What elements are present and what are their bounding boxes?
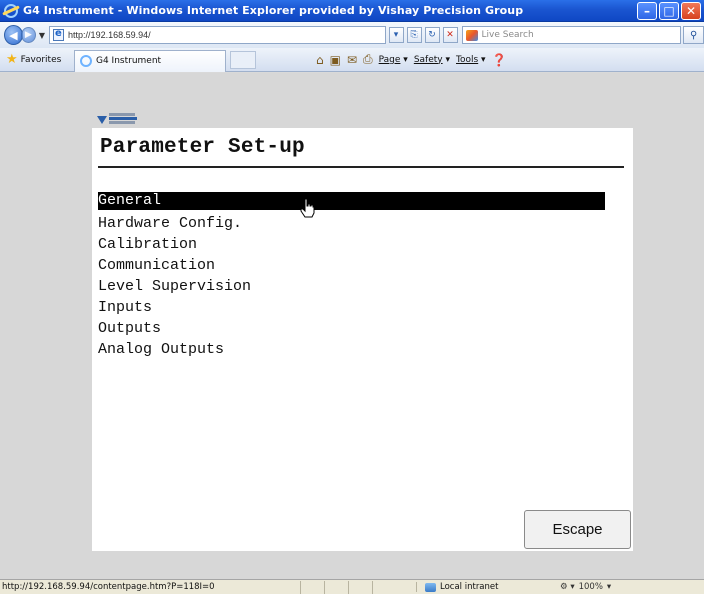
window-title-bar: G4 Instrument - Windows Internet Explore…	[0, 0, 704, 22]
window-title: G4 Instrument - Windows Internet Explore…	[23, 4, 524, 17]
forward-button[interactable]: ▶	[20, 27, 36, 43]
security-zone[interactable]: Local intranet	[416, 582, 536, 592]
back-icon: ◀	[9, 28, 18, 42]
page-menu[interactable]: Page ▾	[379, 55, 408, 65]
menu-item-outputs[interactable]: Outputs	[98, 318, 605, 339]
stop-icon: ✕	[446, 30, 454, 40]
vishay-logo	[97, 98, 137, 124]
parameter-menu: General Hardware Config. Calibration Com…	[98, 192, 605, 360]
zoom-label: 100%	[578, 582, 603, 592]
tab-g4-instrument[interactable]: G4 Instrument	[74, 49, 226, 72]
compatibility-button[interactable]: ⎘	[406, 27, 422, 43]
menu-item-inputs[interactable]: Inputs	[98, 297, 605, 318]
search-placeholder: Live Search	[481, 30, 534, 40]
ie-tab-icon	[80, 55, 92, 67]
feeds-icon[interactable]: ▣	[330, 53, 341, 67]
status-url: http://192.168.59.94/contentpage.htm?P=1…	[2, 582, 215, 592]
forward-icon: ▶	[24, 30, 32, 40]
menu-item-calibration[interactable]: Calibration	[98, 234, 605, 255]
print-icon[interactable]: ⎙	[363, 52, 373, 67]
safety-menu[interactable]: Safety ▾	[414, 55, 450, 65]
favorites-label: Favorites	[20, 54, 62, 65]
tab-title: G4 Instrument	[96, 56, 162, 66]
vishay-logo-mark-icon	[97, 116, 107, 124]
favorites-star-icon: ★	[6, 52, 18, 67]
status-bar: http://192.168.59.94/contentpage.htm?P=1…	[0, 579, 704, 594]
back-button[interactable]: ◀	[4, 25, 23, 45]
escape-button[interactable]: Escape	[524, 510, 631, 549]
protected-mode-icon: ⚙ ▾	[560, 582, 575, 592]
history-dropdown[interactable]: ▼	[39, 31, 45, 40]
title-divider	[98, 166, 624, 168]
window-controls: – □ ✕	[637, 2, 701, 20]
search-input[interactable]: Live Search	[461, 26, 682, 44]
menu-item-general[interactable]: General	[98, 192, 605, 210]
menu-item-analog-outputs[interactable]: Analog Outputs	[98, 339, 605, 360]
command-bar: ⌂ ▣ ✉ ⎙ Page ▾ Safety ▾ Tools ▾ ❓	[316, 52, 507, 67]
new-tab-button[interactable]	[230, 50, 256, 69]
tools-menu[interactable]: Tools ▾	[456, 55, 486, 65]
minimize-button[interactable]: –	[637, 2, 657, 20]
address-field[interactable]: http://192.168.59.94/	[49, 26, 386, 44]
globe-icon	[425, 582, 436, 592]
live-search-icon	[465, 29, 478, 41]
address-toolbar: ◀ ▶ ▼ http://192.168.59.94/ ▾ ⎘ ↻ ✕ Live…	[0, 22, 704, 48]
zoom-control[interactable]: ⚙ ▾ 100% ▾	[560, 582, 611, 592]
mail-icon[interactable]: ✉	[347, 53, 357, 67]
maximize-button[interactable]: □	[659, 2, 679, 20]
refresh-icon: ↻	[428, 30, 436, 40]
page-title: Parameter Set-up	[100, 136, 305, 159]
refresh-button[interactable]: ↻	[424, 27, 440, 43]
close-button[interactable]: ✕	[681, 2, 701, 20]
parameter-panel: Parameter Set-up General Hardware Config…	[92, 128, 633, 551]
ie-logo-icon	[4, 3, 18, 18]
favorites-button[interactable]: ★ Favorites	[0, 52, 74, 67]
address-tools: ▾ ⎘ ↻ ✕	[388, 27, 458, 43]
search-button[interactable]: ⚲	[683, 26, 704, 44]
hand-cursor-icon	[300, 198, 315, 218]
zone-label: Local intranet	[440, 582, 499, 592]
home-icon[interactable]: ⌂	[316, 53, 324, 67]
address-dropdown-button[interactable]: ▾	[388, 27, 404, 43]
menu-item-level-supervision[interactable]: Level Supervision	[98, 276, 605, 297]
address-url: http://192.168.59.94/	[68, 30, 151, 40]
favorites-toolbar: ★ Favorites G4 Instrument ⌂ ▣ ✉ ⎙ Page ▾…	[0, 48, 704, 72]
search-icon: ⚲	[690, 29, 698, 41]
menu-item-communication[interactable]: Communication	[98, 255, 605, 276]
menu-item-hardware-config[interactable]: Hardware Config.	[98, 213, 605, 234]
page-icon	[53, 28, 65, 41]
help-icon[interactable]: ❓	[492, 53, 507, 67]
stop-button[interactable]: ✕	[442, 27, 458, 43]
